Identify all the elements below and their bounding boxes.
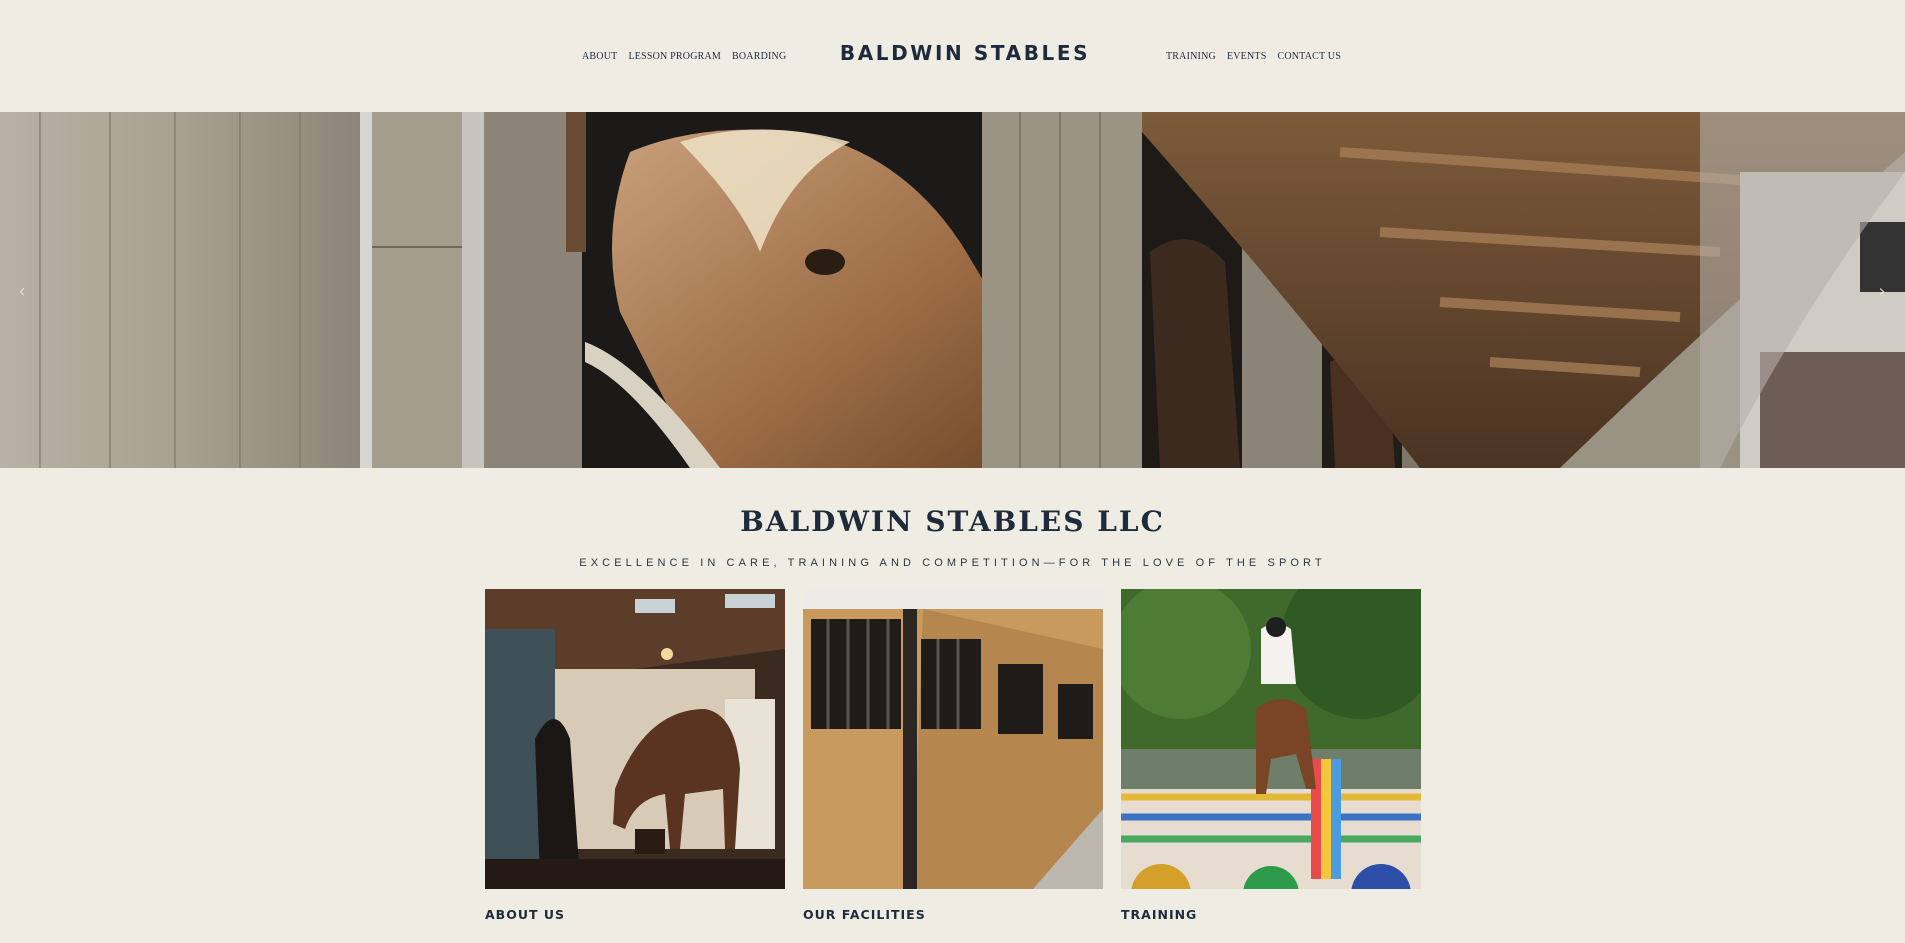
card-image[interactable] [1121,589,1421,889]
nav-events[interactable]: EVENTS [1227,51,1267,62]
primary-nav-right: TRAINING EVENTS CONTACT US [1166,51,1341,62]
slider-next-button[interactable]: › [1872,282,1892,302]
card-training[interactable]: TRAINING [1121,589,1421,922]
card-our-facilities[interactable]: OUR FACILITIES [803,589,1103,922]
nav-training[interactable]: TRAINING [1166,51,1216,62]
site-logo[interactable]: BALDWIN STABLES [0,41,1905,65]
card-about-us[interactable]: ABOUT US [485,589,785,922]
site-header: ABOUT LESSON PROGRAM BOARDING BALDWIN ST… [0,0,1905,112]
training-image [1121,589,1421,889]
about-us-image [485,589,785,889]
page-title: BALDWIN STABLES LLC [740,505,1165,538]
card-image[interactable] [485,589,785,889]
card-image[interactable] [803,589,1103,889]
hero-slider[interactable]: ‹ › [0,112,1905,468]
chevron-right-icon: › [1878,281,1886,302]
chevron-left-icon: ‹ [18,281,26,302]
facilities-image [803,589,1103,889]
page-tagline: EXCELLENCE IN CARE, TRAINING AND COMPETI… [579,557,1326,569]
card-label[interactable]: TRAINING [1121,907,1421,922]
hero-image-horse-stable [0,112,1905,468]
slider-prev-button[interactable]: ‹ [12,282,32,302]
card-label[interactable]: OUR FACILITIES [803,907,1103,922]
card-label[interactable]: ABOUT US [485,907,785,922]
nav-contact-us[interactable]: CONTACT US [1277,51,1341,62]
